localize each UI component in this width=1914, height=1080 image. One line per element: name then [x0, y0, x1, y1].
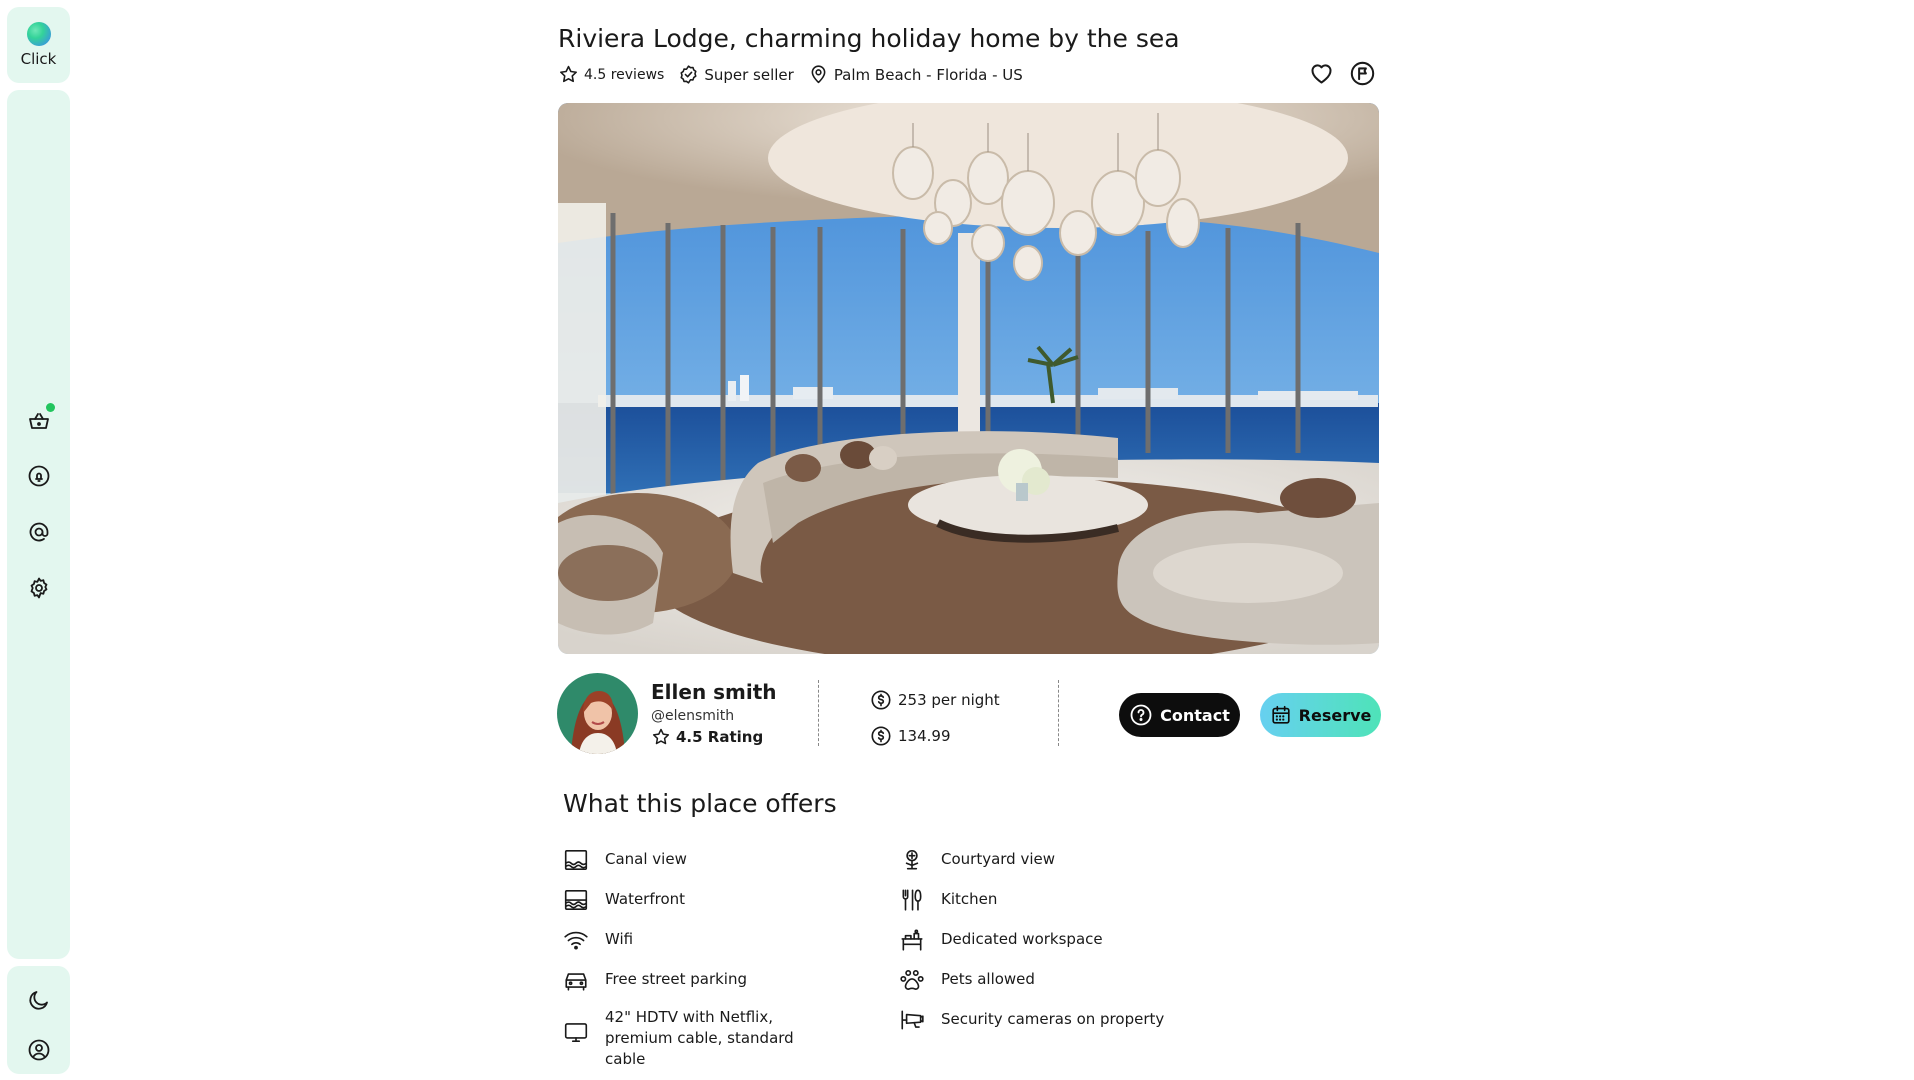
flag-icon[interactable]: [1349, 60, 1376, 91]
basket-icon[interactable]: [26, 403, 55, 434]
host-rating-label: 4.5 Rating: [676, 728, 764, 746]
reserve-button[interactable]: Reserve: [1260, 693, 1381, 737]
star-icon: [652, 728, 670, 745]
amenity-workspace: Dedicated workspace: [899, 927, 1103, 953]
sidebar: [7, 90, 70, 959]
tv-icon: [564, 1023, 588, 1043]
amenity-label: Free street parking: [605, 970, 748, 988]
amenity-wifi: Wifi: [563, 927, 633, 953]
listing-photo[interactable]: [558, 103, 1379, 654]
price-total: 134.99: [870, 725, 951, 747]
logo-label: Click: [20, 50, 57, 68]
dollar-icon: [871, 726, 891, 746]
waterfront-icon: [564, 889, 588, 911]
host-name: Ellen smith: [651, 680, 777, 704]
listing-meta: 4.5 reviews Super seller Palm Beach - Fl…: [558, 64, 1023, 85]
divider: [1058, 680, 1059, 746]
price-per-night: 253 per night: [870, 689, 1000, 711]
listing-actions: [1308, 60, 1376, 91]
app-logo[interactable]: Click: [7, 7, 70, 83]
star-icon: [560, 65, 577, 83]
car-icon: [565, 973, 587, 991]
reviews-label: 4.5 reviews: [584, 66, 665, 83]
gear-icon[interactable]: [26, 575, 52, 601]
logo-icon: [26, 22, 51, 46]
paw-icon: [900, 969, 924, 990]
amenity-label: Waterfront: [605, 890, 686, 908]
amenity-parking: Free street parking: [563, 967, 747, 993]
location-pin-icon: [811, 65, 826, 84]
courtyard-icon: [905, 849, 919, 870]
verified-badge-icon: [680, 65, 697, 84]
amenity-label: Pets allowed: [941, 970, 1035, 988]
amenity-canal-view: Canal view: [563, 847, 687, 873]
contact-button[interactable]: Contact: [1119, 693, 1240, 737]
reviews[interactable]: 4.5 reviews: [558, 64, 664, 85]
amenity-label: Canal view: [605, 850, 687, 868]
heart-icon[interactable]: [1308, 60, 1335, 91]
host-handle: @elensmith: [651, 708, 735, 724]
amenity-label: Wifi: [605, 930, 634, 948]
at-icon[interactable]: [26, 519, 52, 545]
wifi-icon: [564, 931, 588, 950]
reserve-button-label: Reserve: [1298, 705, 1372, 725]
help-icon: [1130, 704, 1152, 726]
listing-title: Riviera Lodge, charming holiday home by …: [558, 24, 1180, 53]
contact-button-label: Contact: [1160, 705, 1230, 725]
amenity-tv: 42" HDTV with Netflix, premium cable, st…: [563, 1005, 803, 1070]
kitchen-icon: [902, 889, 922, 911]
amenity-label: Security cameras on property: [941, 1010, 1165, 1028]
seller-badge: Super seller: [678, 64, 794, 85]
bell-icon[interactable]: [26, 463, 52, 489]
camera-icon: [901, 1010, 924, 1030]
amenity-label: 42" HDTV with Netflix, premium cable, st…: [605, 1008, 794, 1068]
sidebar-bottom: [7, 966, 70, 1074]
location-label: Palm Beach - Florida - US: [833, 65, 1023, 84]
amenity-label: Dedicated workspace: [941, 930, 1103, 948]
amenity-courtyard-view: Courtyard view: [899, 847, 1055, 873]
host-rating: 4.5 Rating: [651, 727, 763, 747]
workspace-icon: [901, 929, 923, 951]
amenity-label: Courtyard view: [941, 850, 1056, 868]
host-avatar[interactable]: [557, 673, 638, 754]
calendar-icon: [1272, 705, 1290, 724]
dollar-icon: [871, 690, 891, 710]
offers-title: What this place offers: [563, 789, 837, 818]
amenity-label: Kitchen: [941, 890, 998, 908]
price-total-label: 134.99: [898, 727, 951, 745]
user-icon[interactable]: [26, 1037, 52, 1063]
amenity-pets: Pets allowed: [899, 967, 1035, 993]
notification-dot: [45, 403, 55, 412]
canal-view-icon: [564, 849, 588, 871]
amenity-kitchen: Kitchen: [899, 887, 997, 913]
price-per-night-label: 253 per night: [898, 691, 1000, 709]
amenity-security-cameras: Security cameras on property: [899, 1007, 1164, 1033]
moon-icon[interactable]: [26, 987, 52, 1013]
seller-badge-label: Super seller: [704, 65, 794, 84]
divider: [818, 680, 819, 746]
amenity-waterfront: Waterfront: [563, 887, 685, 913]
location: Palm Beach - Florida - US: [808, 64, 1023, 85]
